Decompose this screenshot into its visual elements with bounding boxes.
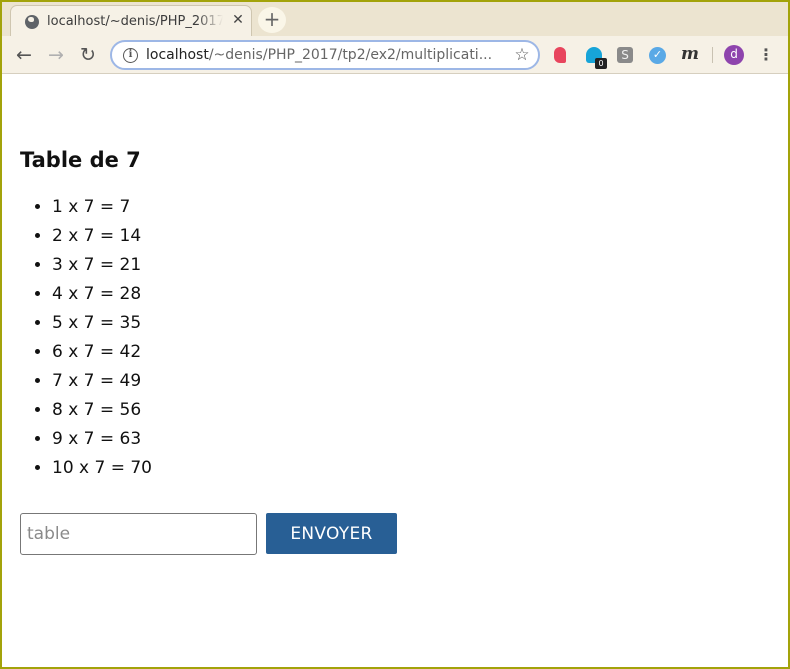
reload-button[interactable]: ↻ [76,43,100,67]
browser-window: localhost/~denis/PHP_2017/tp2/ex2/multip… [2,2,788,667]
pink-extension-icon[interactable] [554,47,566,63]
list-item: 6 x 7 = 42 [52,340,152,369]
multiplication-list: 1 x 7 = 7 2 x 7 = 14 3 x 7 = 21 4 x 7 = … [52,195,152,485]
list-item: 7 x 7 = 49 [52,369,152,398]
list-item: 5 x 7 = 35 [52,311,152,340]
back-button[interactable]: ← [12,43,36,67]
s-extension-icon[interactable]: S [617,47,633,63]
table-input[interactable] [20,513,257,555]
new-tab-button[interactable]: + [258,7,286,33]
list-item: 3 x 7 = 21 [52,253,152,282]
bookmark-star-icon[interactable]: ☆ [512,45,532,65]
address-bar[interactable]: i localhost/~denis/PHP_2017/tp2/ex2/mult… [110,40,540,70]
extension-badge: 0 [595,58,607,69]
tab-strip: localhost/~denis/PHP_2017/tp2/ex2/multip… [2,2,788,36]
list-item: 1 x 7 = 7 [52,195,152,224]
toolbar-divider [712,47,713,63]
close-tab-icon[interactable]: ✕ [230,12,246,28]
info-icon[interactable]: i [123,48,138,63]
tab-title: localhost/~denis/PHP_2017/tp2/ex2/multip… [47,14,223,29]
list-item: 2 x 7 = 14 [52,224,152,253]
list-item: 8 x 7 = 56 [52,398,152,427]
url-path: /~denis/PHP_2017/tp2/ex2/multiplicati... [208,47,493,63]
profile-avatar[interactable]: d [724,45,744,65]
url-host: localhost [146,47,209,63]
url-text[interactable]: localhost/~denis/PHP_2017/tp2/ex2/multip… [146,47,506,63]
list-item: 4 x 7 = 28 [52,282,152,311]
m-extension-icon[interactable]: m [680,46,700,63]
browser-toolbar: ← → ↻ i localhost/~denis/PHP_2017/tp2/ex… [2,36,788,74]
page-title: Table de 7 [20,148,141,172]
list-item: 10 x 7 = 70 [52,456,152,485]
forward-button[interactable]: → [44,43,68,67]
list-item: 9 x 7 = 63 [52,427,152,456]
page-content: Table de 7 1 x 7 = 7 2 x 7 = 14 3 x 7 = … [2,75,788,667]
globe-icon [25,15,39,29]
check-extension-icon[interactable]: ✓ [649,47,666,64]
browser-tab[interactable]: localhost/~denis/PHP_2017/tp2/ex2/multip… [10,5,252,36]
menu-kebab-icon[interactable]: ⋮ [758,45,774,65]
submit-button[interactable]: ENVOYER [266,513,397,554]
